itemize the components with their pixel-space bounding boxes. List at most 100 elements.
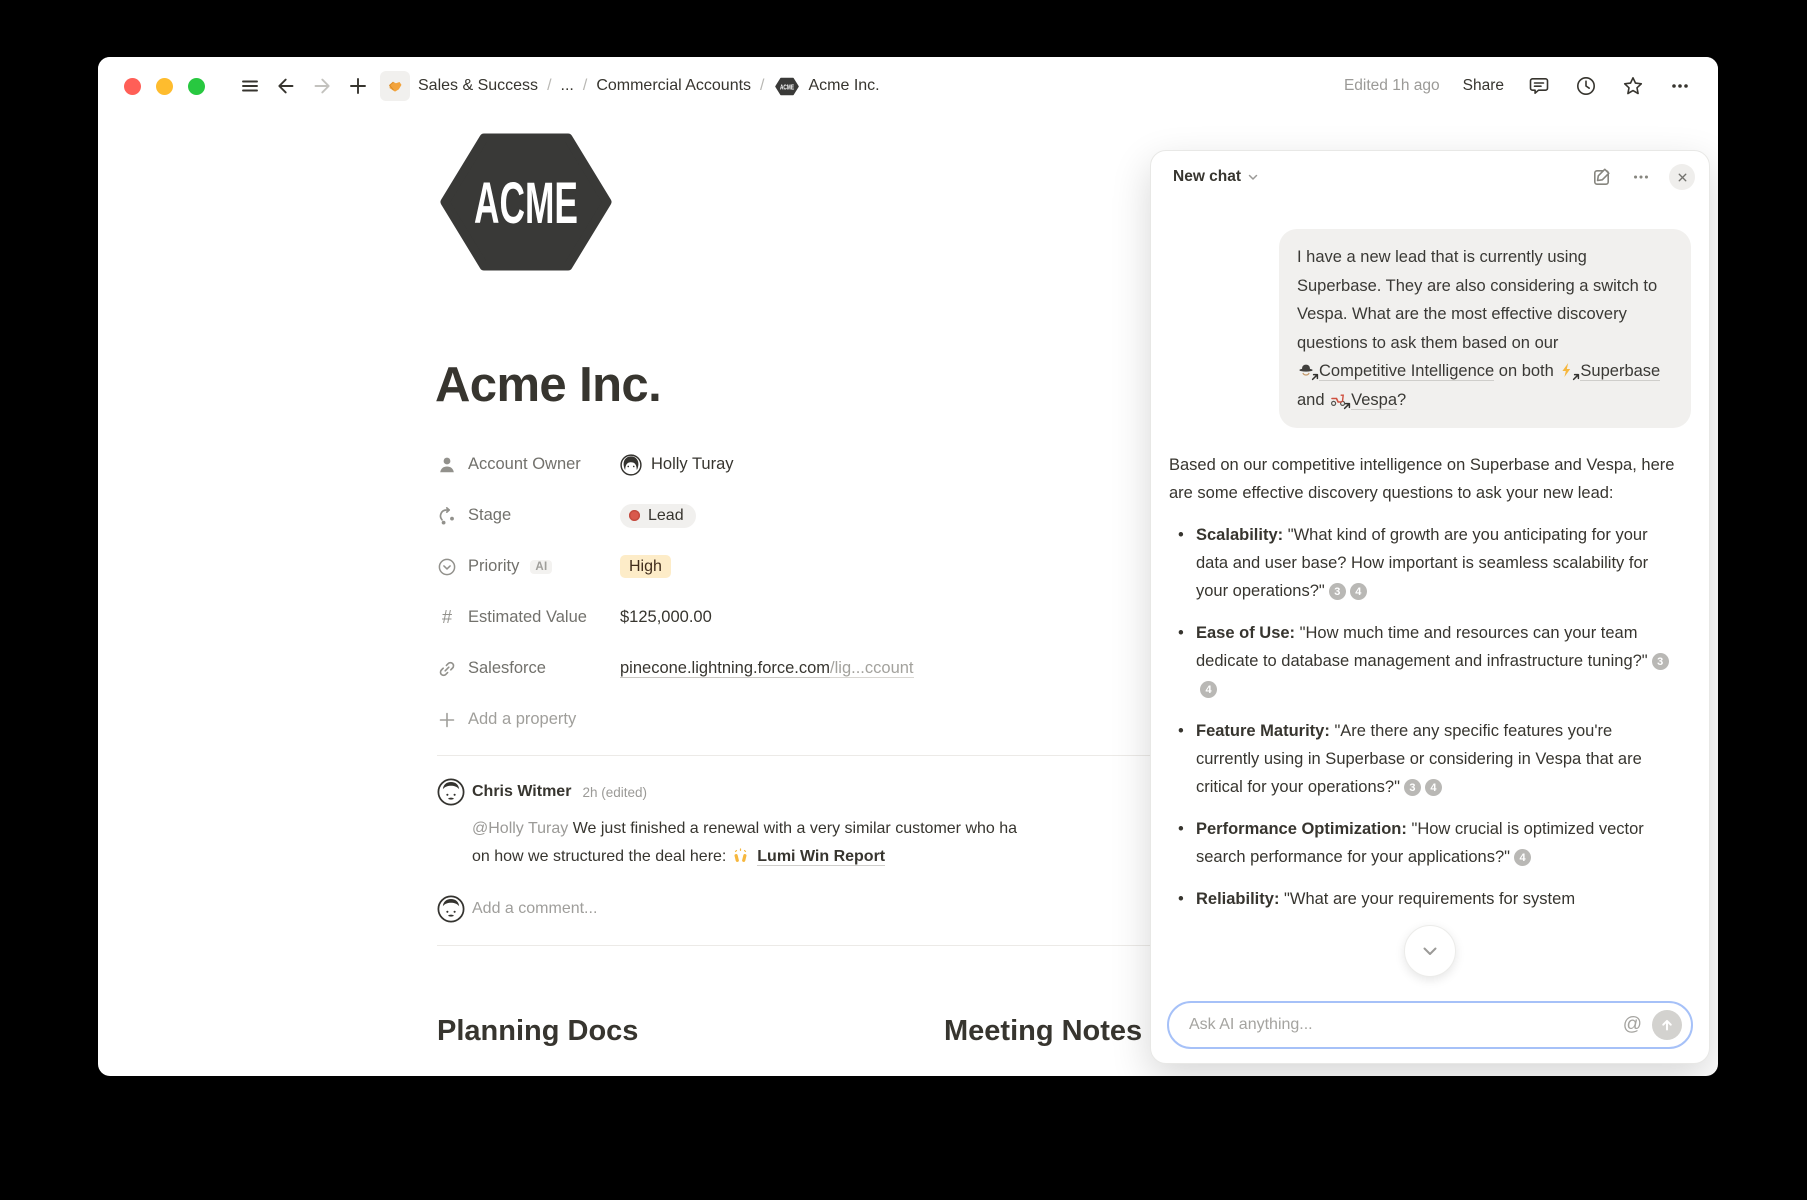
share-button[interactable]: Share xyxy=(1463,77,1504,95)
avatar-holly xyxy=(620,454,642,476)
workspace-emoji-tile[interactable] xyxy=(380,71,410,101)
ai-response-intro: Based on our competitive intelligence on… xyxy=(1169,451,1691,507)
comment-text-line2: on how we structured the deal here: Lumi… xyxy=(472,843,1262,871)
add-property-button[interactable]: Add a property xyxy=(437,694,1257,745)
number-icon: # xyxy=(437,608,457,628)
edited-timestamp: Edited 1h ago xyxy=(1344,77,1440,95)
status-icon xyxy=(437,506,457,526)
scroll-to-bottom-button[interactable] xyxy=(1404,925,1456,977)
toolbar: Sales & Success / ... / Commercial Accou… xyxy=(98,57,1718,115)
property-label: Priority xyxy=(468,557,519,576)
user-message-bubble: I have a new lead that is currently usin… xyxy=(1279,229,1691,428)
comment-block: Chris Witmer 2h (edited) @Holly Turay We… xyxy=(437,778,1257,871)
page-link-competitive-intelligence[interactable]: Competitive Intelligence xyxy=(1297,362,1494,380)
handshake-icon xyxy=(386,77,404,95)
section-planning-docs: Planning Docs xyxy=(437,1015,638,1048)
avatar-chris xyxy=(437,778,465,806)
plus-icon xyxy=(437,710,457,730)
page-title[interactable]: Acme Inc. xyxy=(435,357,661,413)
priority-pill[interactable]: High xyxy=(620,555,671,578)
chat-messages: I have a new lead that is currently usin… xyxy=(1151,203,1709,991)
svg-text:ACME: ACME xyxy=(780,82,794,91)
property-list: Account Owner Holly Turay Stage Lead xyxy=(437,439,1257,745)
mention-at-icon[interactable]: @ xyxy=(1623,1014,1642,1036)
breadcrumb: Sales & Success / ... / Commercial Accou… xyxy=(418,77,880,96)
comment-author: Chris Witmer xyxy=(472,783,571,801)
traffic-light-minimize[interactable] xyxy=(156,78,173,95)
property-label: Account Owner xyxy=(468,455,581,474)
bullet-performance-optimization: Performance Optimization: "How crucial i… xyxy=(1169,815,1691,871)
raising-hands-icon xyxy=(732,848,749,864)
more-options-icon[interactable] xyxy=(1668,74,1692,98)
lightning-icon xyxy=(1559,362,1576,378)
breadcrumb-item-acme[interactable]: Acme Inc. xyxy=(808,77,879,95)
bullet-reliability: Reliability: "What are your requirements… xyxy=(1169,885,1691,913)
citation-badge[interactable]: 4 xyxy=(1200,681,1217,698)
bullet-scalability: Scalability: "What kind of growth are yo… xyxy=(1169,521,1691,605)
chat-title-dropdown[interactable]: New chat xyxy=(1173,168,1259,186)
citation-badge[interactable]: 4 xyxy=(1425,779,1442,796)
send-button[interactable] xyxy=(1652,1010,1682,1040)
chat-header: New chat xyxy=(1151,151,1709,203)
property-row-account-owner[interactable]: Account Owner Holly Turay xyxy=(437,439,1257,490)
breadcrumb-separator: / xyxy=(547,77,551,95)
section-meeting-notes: Meeting Notes xyxy=(944,1015,1142,1048)
bullet-ease-of-use: Ease of Use: "How much time and resource… xyxy=(1169,619,1691,703)
breadcrumb-item-ellipsis[interactable]: ... xyxy=(561,77,574,95)
mention-holly[interactable]: @Holly Turay xyxy=(472,820,568,837)
traffic-light-close[interactable] xyxy=(124,78,141,95)
chat-more-options-icon[interactable] xyxy=(1630,166,1652,188)
acme-logo[interactable]: ACME xyxy=(440,133,612,276)
add-comment-placeholder: Add a comment... xyxy=(472,900,597,918)
new-page-plus-icon[interactable] xyxy=(342,70,374,102)
sidebar-menu-icon[interactable] xyxy=(234,70,266,102)
chevron-down-icon xyxy=(1247,171,1259,183)
add-property-label: Add a property xyxy=(468,710,576,729)
chat-close-icon[interactable] xyxy=(1669,164,1695,190)
property-row-priority[interactable]: Priority AI High xyxy=(437,541,1257,592)
back-arrow-icon[interactable] xyxy=(270,70,302,102)
comment-text-line1: @Holly Turay We just finished a renewal … xyxy=(472,815,1262,843)
breadcrumb-separator: / xyxy=(583,77,587,95)
citation-badge[interactable]: 3 xyxy=(1652,653,1669,670)
spy-icon xyxy=(1298,362,1315,378)
property-label: Estimated Value xyxy=(468,608,587,627)
stage-pill[interactable]: Lead xyxy=(620,504,696,528)
page-link-vespa[interactable]: Vespa xyxy=(1329,391,1397,409)
salesforce-link[interactable]: pinecone.lightning.force.com/lig...ccoun… xyxy=(620,659,914,678)
traffic-light-zoom[interactable] xyxy=(188,78,205,95)
bullet-feature-maturity: Feature Maturity: "Are there any specifi… xyxy=(1169,717,1691,801)
citation-badge[interactable]: 4 xyxy=(1350,583,1367,600)
svg-text:ACME: ACME xyxy=(474,171,578,236)
citation-badge[interactable]: 3 xyxy=(1329,583,1346,600)
property-row-stage[interactable]: Stage Lead xyxy=(437,490,1257,541)
account-owner-value: Holly Turay xyxy=(651,455,734,474)
breadcrumb-item-commercial-accounts[interactable]: Commercial Accounts xyxy=(596,77,751,95)
lumi-win-report-link[interactable]: Lumi Win Report xyxy=(757,848,885,866)
ask-ai-input[interactable] xyxy=(1187,1015,1617,1035)
lead-status-dot xyxy=(629,510,640,521)
new-chat-compose-icon[interactable] xyxy=(1591,166,1613,188)
history-clock-icon[interactable] xyxy=(1574,74,1598,98)
scooter-icon xyxy=(1330,391,1347,407)
favorite-star-icon[interactable] xyxy=(1621,74,1645,98)
breadcrumb-item-sales-success[interactable]: Sales & Success xyxy=(418,77,538,95)
property-label: Salesforce xyxy=(468,659,546,678)
property-row-estimated-value[interactable]: # Estimated Value $125,000.00 xyxy=(437,592,1257,643)
add-comment-row[interactable]: Add a comment... xyxy=(437,895,597,923)
ai-response: Based on our competitive intelligence on… xyxy=(1167,451,1693,913)
property-label: Stage xyxy=(468,506,511,525)
citation-badge[interactable]: 4 xyxy=(1514,849,1531,866)
ai-input-bar: @ xyxy=(1167,1001,1693,1049)
comment-timestamp: 2h (edited) xyxy=(582,785,647,800)
avatar-chris-small xyxy=(437,895,465,923)
citation-badge[interactable]: 3 xyxy=(1404,779,1421,796)
page-link-superbase[interactable]: Superbase xyxy=(1558,362,1660,380)
ai-property-badge: AI xyxy=(530,560,552,574)
comments-icon[interactable] xyxy=(1527,74,1551,98)
stage-value: Lead xyxy=(648,507,684,525)
breadcrumb-separator: / xyxy=(760,77,764,95)
property-row-salesforce[interactable]: Salesforce pinecone.lightning.force.com/… xyxy=(437,643,1257,694)
select-icon xyxy=(437,557,457,577)
forward-arrow-icon[interactable] xyxy=(306,70,338,102)
